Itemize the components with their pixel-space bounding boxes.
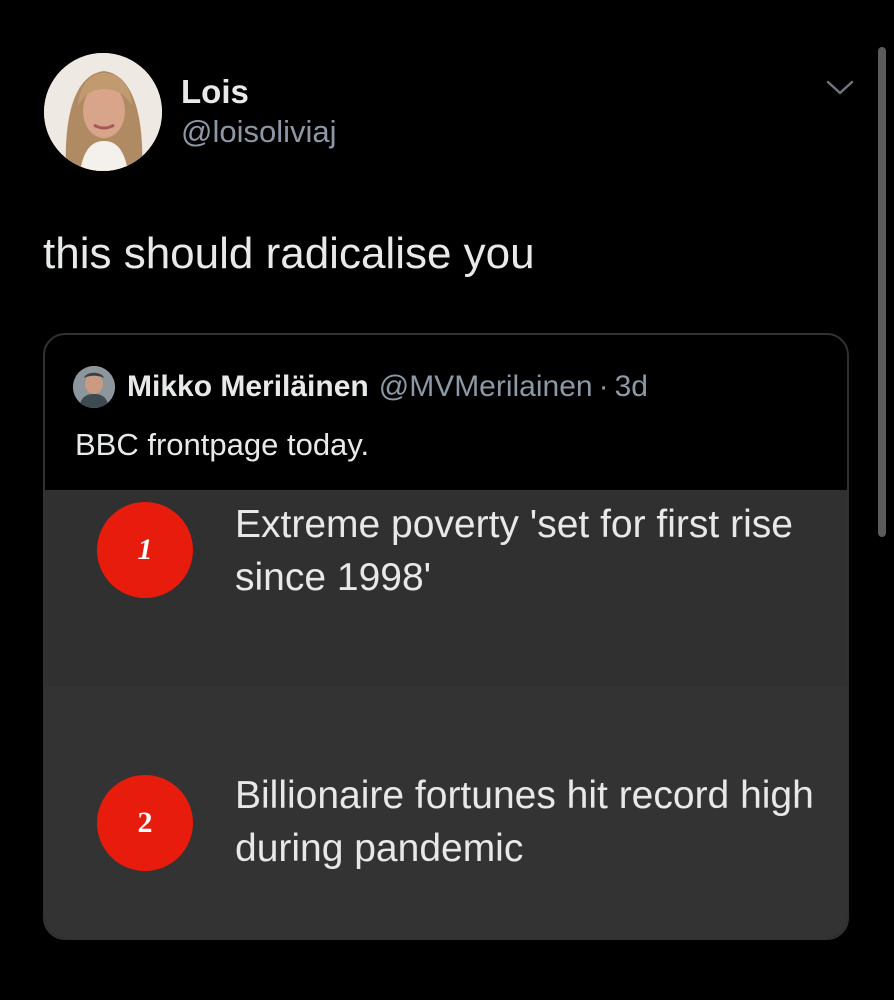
headline-2: Billionaire fortunes hit record high dur…	[235, 774, 814, 870]
news-story-2: 2 Billionaire fortunes hit record high d…	[45, 686, 847, 938]
chevron-down-icon[interactable]	[825, 76, 855, 100]
news-story-1: 1 Extreme poverty 'set for first rise si…	[45, 490, 847, 686]
author-handle[interactable]: @loisoliviaj	[181, 112, 337, 152]
headline-1: Extreme poverty 'set for first rise sinc…	[235, 503, 793, 599]
author-avatar-image	[44, 53, 162, 171]
author-avatar[interactable]	[44, 53, 162, 171]
quoted-tweet-time[interactable]: 3d	[615, 370, 648, 404]
quoted-author-name[interactable]: Mikko Meriläinen	[127, 370, 369, 404]
quoted-author-handle[interactable]: @MVMerilainen	[379, 370, 593, 404]
quoted-author-avatar-image	[73, 366, 115, 408]
separator-dot: ·	[598, 370, 609, 403]
quoted-tweet-card[interactable]: Mikko Meriläinen @MVMerilainen · 3d BBC …	[43, 333, 849, 940]
quoted-author-avatar[interactable]	[73, 366, 115, 408]
rank-badge-1: 1	[97, 502, 193, 598]
author-name[interactable]: Lois	[181, 72, 249, 112]
rank-badge-2: 2	[97, 775, 193, 871]
scrollbar[interactable]	[878, 47, 886, 537]
quoted-tweet-header: Mikko Meriläinen @MVMerilainen · 3d	[73, 365, 648, 409]
quoted-tweet-text: BBC frontpage today.	[75, 427, 370, 462]
tweet-text: this should radicalise you	[43, 229, 535, 278]
quoted-tweet-image[interactable]: 1 Extreme poverty 'set for first rise si…	[45, 490, 847, 938]
